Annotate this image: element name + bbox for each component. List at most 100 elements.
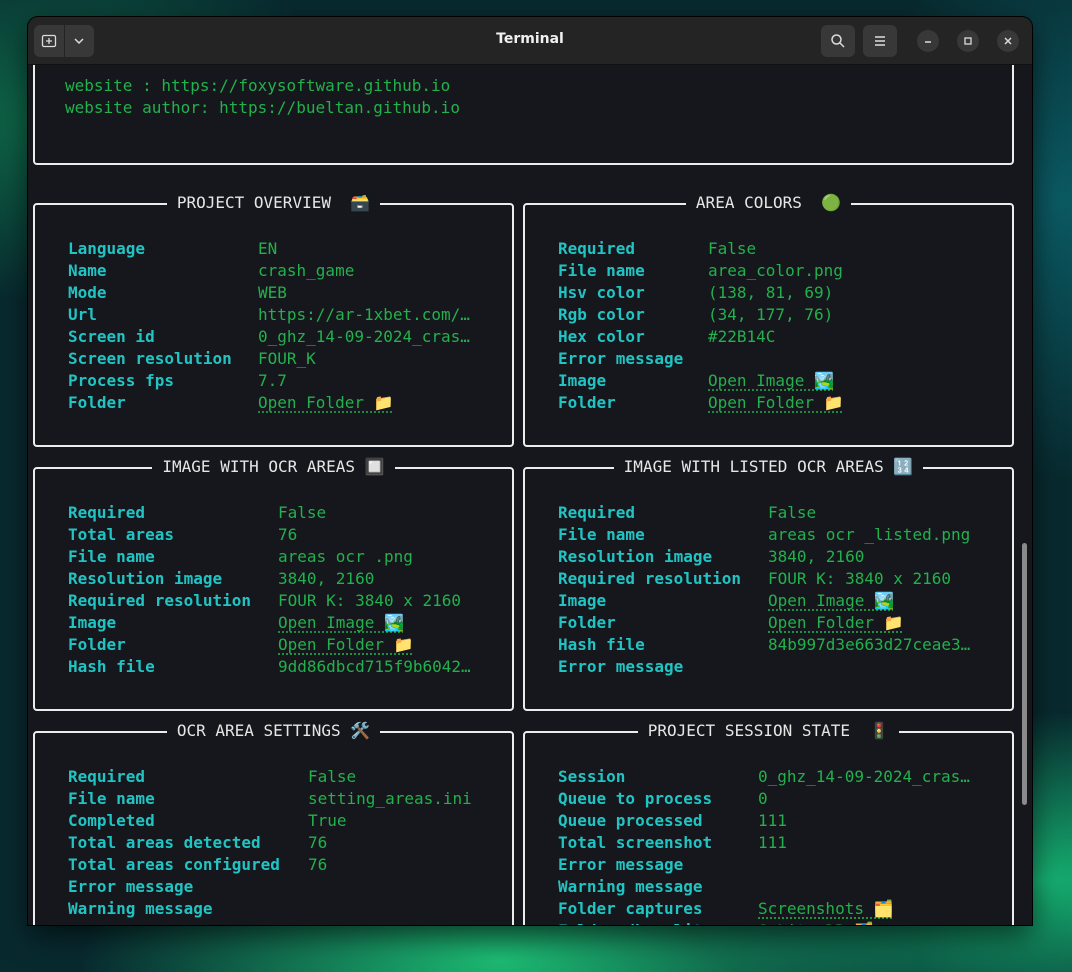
info-panel: website : https://foxysoftware.github.io… — [33, 65, 1014, 165]
main-menu-button[interactable] — [863, 25, 897, 57]
maximize-button[interactable] — [957, 30, 979, 52]
new-tab-button[interactable] — [34, 25, 64, 57]
ocr-area-settings-panel: OCR AREA SETTINGS 🛠️ Required False File n… — [33, 721, 514, 925]
ocr-areas-panel: IMAGE WITH OCR AREAS 🔲 Required False Tota… — [33, 457, 514, 711]
panel-row: Error message — [558, 348, 844, 370]
panel-title: PROJECT SESSION STATE 🚦 — [637, 721, 900, 740]
row-key: Folder captures — [558, 899, 703, 918]
panel-row: Screen id 0_ghz_14-09-2024_cras… — [68, 326, 470, 348]
row-key: Required — [558, 503, 636, 522]
row-key: Folder — [68, 635, 126, 654]
panel-row: Hsv color (138, 81, 69) — [558, 282, 844, 304]
row-value: 84b997d3e663d27ceae3… — [768, 635, 971, 654]
search-button[interactable] — [821, 25, 855, 57]
row-value: 76 — [308, 833, 328, 852]
tab-menu-dropdown[interactable] — [65, 25, 95, 57]
row-key: Error message — [558, 349, 684, 368]
row-value: FOUR K: 3840 x 2160 — [768, 569, 952, 588]
panel-row: Hex color #22B14C — [558, 326, 844, 348]
row-link[interactable]: Screenshots 🗂️ — [758, 898, 894, 920]
row-value: 0_ghz_14-09-2024_cras… — [758, 767, 970, 786]
panel-row: Process fps 7.7 — [68, 370, 470, 392]
panel-row: Language EN — [68, 238, 470, 260]
row-link[interactable]: Open Folder 📁 — [768, 612, 904, 634]
row-key: Name — [68, 261, 107, 280]
row-value: (138, 81, 69) — [708, 283, 834, 302]
row-key: Language — [68, 239, 146, 258]
row-link[interactable]: Open Image 🏞️ — [768, 590, 894, 612]
close-button[interactable] — [997, 30, 1019, 52]
title-bar: Terminal — [28, 17, 1032, 65]
panel-row: Required False — [558, 502, 970, 524]
row-key: Required — [68, 503, 146, 522]
row-link[interactable]: Open Image 🏞️ — [708, 370, 834, 392]
panel-title: OCR AREA SETTINGS 🛠️ — [166, 721, 381, 740]
row-key: Required — [68, 767, 146, 786]
panel-row: File name areas ocr .png — [68, 546, 471, 568]
row-value: https://ar-1xbet.com/… — [258, 305, 470, 324]
panel-title: IMAGE WITH OCR AREAS 🔲 — [152, 457, 395, 476]
row-link[interactable]: Open Folder 📁 — [278, 634, 414, 656]
panel-row: Folder Open Folder 📁 — [558, 392, 844, 414]
panel-row: Mode WEB — [68, 282, 470, 304]
row-link[interactable]: SqLite DB 🗂️ — [758, 920, 874, 925]
row-value: areas ocr .png — [278, 547, 413, 566]
row-key: Total areas detected — [68, 833, 261, 852]
panel-row: Resolution image 3840, 2160 — [558, 546, 970, 568]
panel-row: Total areas 76 — [68, 524, 471, 546]
panel-row: Required False — [558, 238, 844, 260]
website-line: website : https://foxysoftware.github.io — [65, 76, 451, 95]
panel-row: Required resolution FOUR K: 3840 x 2160 — [558, 568, 970, 590]
row-key: Total areas configured — [68, 855, 280, 874]
row-value: (34, 177, 76) — [708, 305, 834, 324]
new-tab-icon — [41, 34, 56, 48]
panel-row: Warning message — [68, 898, 472, 920]
row-value: 76 — [308, 855, 328, 874]
panel-rows: Required False File name areas ocr _listed.… — [558, 502, 970, 678]
row-value: 0_ghz_14-09-2024_cras… — [258, 327, 470, 346]
row-link[interactable]: Open Folder 📁 — [258, 392, 394, 414]
row-key: Process fps — [68, 371, 174, 390]
row-link[interactable]: Open Folder 📁 — [708, 392, 844, 414]
panel-row: Total screenshot 111 — [558, 832, 970, 854]
row-key: Mode — [68, 283, 107, 302]
row-key: Required resolution — [68, 591, 252, 610]
row-link[interactable]: Open Image 🏞️ — [278, 612, 404, 634]
scrollbar-thumb[interactable] — [1022, 543, 1027, 805]
row-value: 0 — [758, 789, 768, 808]
panel-row: Image Open Image 🏞️ — [68, 612, 471, 634]
row-key: Session — [558, 767, 626, 786]
row-key: File name — [558, 261, 645, 280]
terminal-content[interactable]: website : https://foxysoftware.github.io… — [28, 65, 1032, 925]
row-key: Hash file — [558, 635, 645, 654]
panel-row: Hash file 9dd86dbcd715f9b6042… — [68, 656, 471, 678]
panel-row: Completed True — [68, 810, 472, 832]
panel-row: Resolution image 3840, 2160 — [68, 568, 471, 590]
website-author-line: website author: https://bueltan.github.i… — [65, 98, 460, 117]
listed-ocr-areas-panel: IMAGE WITH LISTED OCR AREAS 🔢 Required Fa… — [523, 457, 1014, 711]
row-value: 76 — [278, 525, 298, 544]
area-colors-panel: AREA COLORS 🟢 Required False File name area… — [523, 193, 1014, 447]
panel-rows: Required False File name setting_areas.ini C… — [68, 766, 472, 920]
row-value: areas ocr _listed.png — [768, 525, 971, 544]
panel-row: Error message — [558, 656, 970, 678]
row-key: Queue to process — [558, 789, 713, 808]
panel-rows: Language EN Name crash_game Mode WEB Url https:… — [68, 238, 470, 414]
row-value: 3840, 2160 — [278, 569, 375, 588]
minimize-button[interactable] — [917, 30, 939, 52]
row-key: Rgb color — [558, 305, 645, 324]
row-value: 7.7 — [258, 371, 287, 390]
panel-row: Folder db sqliteSqLite DB 🗂️ — [558, 920, 970, 925]
panel-row: File name setting_areas.ini — [68, 788, 472, 810]
row-key: Image — [558, 371, 607, 390]
row-key: File name — [68, 789, 155, 808]
row-value: EN — [258, 239, 278, 258]
row-key: Screen id — [68, 327, 155, 346]
row-key: Required resolution — [558, 569, 742, 588]
row-key: Resolution image — [68, 569, 223, 588]
row-value: False — [768, 503, 817, 522]
panel-row: Folder Open Folder 📁 — [558, 612, 970, 634]
row-value: 111 — [758, 833, 787, 852]
panel-row: Required False — [68, 502, 471, 524]
row-key: Hsv color — [558, 283, 645, 302]
